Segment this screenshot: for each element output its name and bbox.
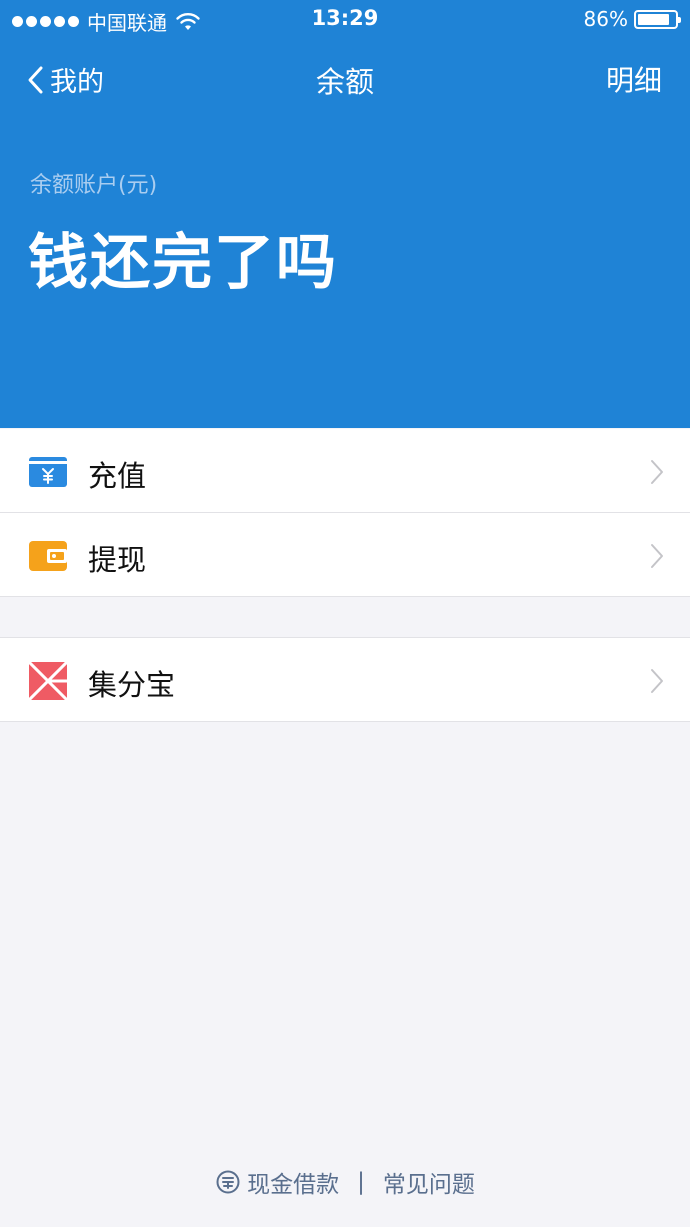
menu-group-funds: 充值 提现 [0, 429, 690, 597]
menu-item-jifenbao[interactable]: 集分宝 [0, 638, 690, 722]
chevron-right-icon [651, 669, 663, 693]
menu-item-recharge[interactable]: 充值 [0, 429, 690, 513]
faq-label: 常见问题 [382, 1172, 475, 1198]
battery-percent: 86% [583, 7, 628, 31]
menu-item-label: 集分宝 [88, 668, 176, 702]
menu-group-points: 集分宝 [0, 637, 690, 722]
menu-item-withdraw[interactable]: 提现 [0, 513, 690, 597]
balance-value: 钱还完了吗 [28, 228, 338, 298]
battery-icon [634, 9, 681, 29]
status-right: 86% [583, 7, 681, 31]
balance-header: 中国联通 13:29 86% 我的 余额 明细 余额账户(元) 钱还完了吗 [0, 0, 690, 428]
jifenbao-icon [28, 661, 68, 701]
recharge-icon [29, 457, 67, 487]
footer-separator: | [357, 1169, 365, 1195]
battery-fill [638, 13, 669, 25]
menu-item-label: 提现 [88, 543, 147, 577]
footer-links: 现金借款 | 常见问题 [0, 1165, 690, 1199]
balance-label: 余额账户(元) [30, 173, 158, 198]
cash-loan-label: 现金借款 [247, 1172, 340, 1198]
status-bar: 中国联通 13:29 86% [0, 0, 690, 40]
faq-link[interactable]: 常见问题 [383, 1165, 475, 1199]
detail-button[interactable]: 明细 [606, 59, 662, 99]
chevron-right-icon [651, 460, 663, 484]
wallet-icon [29, 541, 67, 571]
nav-bar: 我的 余额 明细 [0, 48, 690, 106]
chevron-right-icon [651, 544, 663, 568]
menu-item-label: 充值 [88, 459, 147, 493]
cash-loan-icon [216, 1170, 240, 1194]
page-title: 余额 [315, 65, 374, 99]
cash-loan-link[interactable]: 现金借款 [215, 1165, 339, 1199]
